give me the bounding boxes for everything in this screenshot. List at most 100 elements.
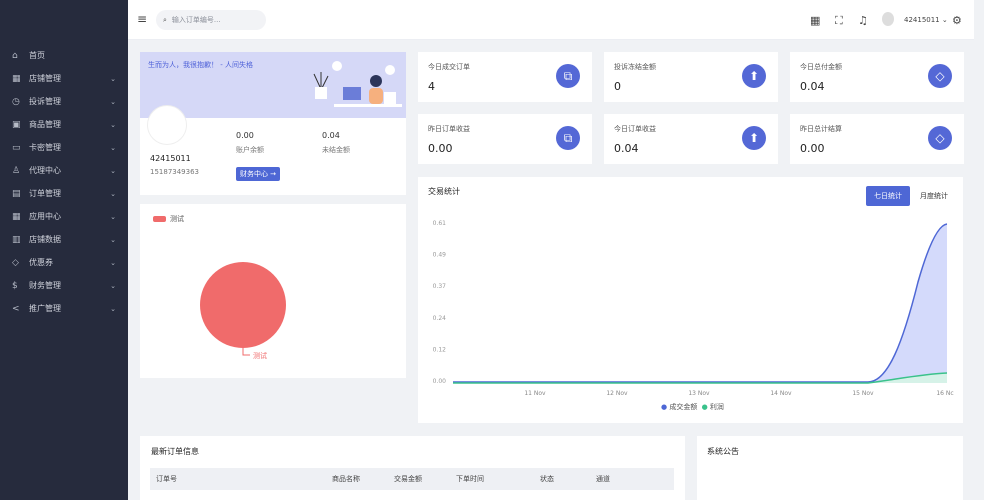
- stat-value: 0.00: [428, 142, 453, 155]
- apps-icon: ▦: [12, 211, 21, 222]
- chevron-down-icon: ⌄: [110, 212, 116, 221]
- tag-icon: ◇: [928, 126, 952, 150]
- sidebar-item-9[interactable]: ◇ 优惠券 ⌄: [0, 251, 128, 274]
- sidebar-item-11[interactable]: < 推广管理 ⌄: [0, 297, 128, 320]
- sidebar-item-4[interactable]: ▭ 卡密管理 ⌄: [0, 136, 128, 159]
- upload-icon: ⬆: [742, 126, 766, 150]
- sidebar-item-5[interactable]: ♙ 代理中心 ⌄: [0, 159, 128, 182]
- chevron-down-icon: ⌄: [110, 281, 116, 290]
- trade-line-chart: 0.61 0.49 0.37 0.24 0.12 0.00 11 Nov 12 Nov 13 N…: [433, 220, 954, 397]
- chevron-down-icon: ⌄: [110, 97, 116, 106]
- y-axis-label: 0.24: [433, 315, 447, 322]
- chevron-down-icon: ⌄: [110, 189, 116, 198]
- product-icon: ▣: [12, 119, 21, 130]
- pie-slice-label: 测试: [253, 352, 267, 360]
- upload-icon: ⬆: [742, 64, 766, 88]
- sidebar: ⌂ 首页 ▦ 店铺管理 ⌄ ◷ 投诉管理 ⌄ ▣ 商品管理 ⌄ ▭ 卡密管理 ⌄ ♙ 代理中心 ⌄ ▤ 订单管理 ⌄ ▦…: [0, 0, 128, 500]
- sidebar-item-label: 店铺管理: [29, 74, 61, 83]
- legend-dot-profit: ●: [701, 403, 708, 411]
- stat-value: 0.04: [800, 80, 825, 93]
- sidebar-item-1[interactable]: ▦ 店铺管理 ⌄: [0, 67, 128, 90]
- y-axis-label: 0.00: [433, 378, 447, 385]
- chevron-down-icon: ⌄: [110, 304, 116, 313]
- pie-chart: [200, 262, 286, 356]
- y-axis-label: 0.37: [433, 283, 447, 290]
- stat-value: 0.04: [614, 142, 639, 155]
- stat-value: 0: [614, 80, 621, 93]
- stat-value: 4: [428, 80, 435, 93]
- sidebar-item-label: 财务管理: [29, 281, 61, 290]
- chevron-down-icon: ⌄: [110, 258, 116, 267]
- finance-center-button[interactable]: 财务中心 →: [236, 167, 280, 181]
- settings-icon[interactable]: ⚙: [952, 14, 962, 27]
- copy-icon: ⧉: [556, 64, 580, 88]
- sidebar-item-8[interactable]: ▥ 店铺数据 ⌄: [0, 228, 128, 251]
- x-axis-label: 12 Nov: [606, 390, 628, 397]
- line-amount: [453, 223, 948, 383]
- legend-dot-amount: ●: [661, 403, 668, 411]
- stat-title: 昨日订单收益: [428, 125, 470, 133]
- store-icon: ▦: [12, 73, 21, 84]
- chevron-down-icon: ⌄: [110, 143, 116, 152]
- fullscreen-icon[interactable]: ⛶: [835, 14, 843, 28]
- sidebar-item-label: 优惠券: [29, 258, 53, 267]
- sidebar-item-label: 应用中心: [29, 212, 61, 221]
- stat-title: 昨日总计结算: [800, 125, 842, 133]
- y-axis-label: 0.61: [433, 220, 447, 227]
- pie-card: 测试 测试: [140, 204, 406, 378]
- order-icon: ▤: [12, 188, 21, 199]
- sidebar-item-label: 推广管理: [29, 304, 61, 313]
- avatar[interactable]: [882, 12, 894, 26]
- share-icon: <: [12, 303, 20, 314]
- menu-icon[interactable]: ≡: [137, 12, 147, 26]
- search-icon: ⌕: [163, 15, 167, 24]
- notice-title: 系统公告: [707, 447, 739, 456]
- chevron-down-icon: ⌄: [110, 166, 116, 175]
- sidebar-item-label: 订单管理: [29, 189, 61, 198]
- orders-title: 最新订单信息: [151, 447, 199, 456]
- trade-statistics-card: 交易统计 七日统计 月度统计 0.61 0.49 0.37 0.24 0.12 0.00 1…: [418, 177, 963, 423]
- chevron-down-icon: ⌄: [110, 74, 116, 83]
- agent-icon: ♙: [12, 165, 21, 176]
- search-input[interactable]: ⌕ 输入订单编号...: [156, 10, 266, 30]
- copy-icon: ⧉: [556, 126, 580, 150]
- x-axis-label: 11 Nov: [524, 390, 546, 397]
- trade-legend: ● 成交金额 ● 利润: [661, 403, 724, 411]
- stat-card-5: 昨日总计结算 0.00 ◇: [790, 114, 964, 164]
- profile-avatar: [148, 106, 186, 144]
- home-icon: ⌂: [12, 50, 18, 61]
- x-axis-label: 14 Nov: [770, 390, 792, 397]
- sidebar-item-0[interactable]: ⌂ 首页: [0, 44, 128, 67]
- sidebar-item-3[interactable]: ▣ 商品管理 ⌄: [0, 113, 128, 136]
- orders-table-header: 订单号 商品名称 交易金额 下单时间 状态 通道: [150, 468, 674, 490]
- tag-icon: ◇: [928, 64, 952, 88]
- sidebar-item-label: 投诉管理: [29, 97, 61, 106]
- profile-card: 生而为人，我很抱歉！ - 人间失格 42415011 15187349363 0…: [140, 52, 406, 195]
- data-icon: ▥: [12, 234, 21, 245]
- finance-icon: $: [12, 280, 18, 291]
- pie-slice: [200, 262, 286, 348]
- stat-card-3: 昨日订单收益 0.00 ⧉: [418, 114, 592, 164]
- chevron-down-icon: ⌄: [110, 120, 116, 129]
- coupon-icon: ◇: [12, 257, 19, 268]
- stat-card-1: 投诉冻结金额 0 ⬆: [604, 52, 778, 102]
- sidebar-item-6[interactable]: ▤ 订单管理 ⌄: [0, 182, 128, 205]
- stat-card-0: 今日成交订单 4 ⧉: [418, 52, 592, 102]
- sidebar-item-label: 首页: [29, 51, 45, 60]
- qr-icon[interactable]: ▦: [810, 14, 820, 27]
- sidebar-item-7[interactable]: ▦ 应用中心 ⌄: [0, 205, 128, 228]
- profile-cover: 生而为人，我很抱歉！ - 人间失格: [140, 52, 406, 118]
- topbar: ≡ ⌕ 输入订单编号... ▦ ⛶ ♫ 42415011 ⌄ ⚙: [128, 0, 974, 40]
- notification-icon[interactable]: ♫: [858, 14, 868, 27]
- y-axis-label: 0.12: [433, 346, 447, 353]
- sidebar-item-2[interactable]: ◷ 投诉管理 ⌄: [0, 90, 128, 113]
- stat-title: 今日订单收益: [614, 125, 656, 133]
- chevron-down-icon: ⌄: [110, 235, 116, 244]
- sidebar-item-10[interactable]: $ 财务管理 ⌄: [0, 274, 128, 297]
- username-dropdown[interactable]: 42415011 ⌄: [904, 16, 948, 24]
- stat-title: 今日总付金额: [800, 63, 842, 71]
- sidebar-item-label: 商品管理: [29, 120, 61, 129]
- stat-title: 投诉冻结金额: [614, 63, 656, 71]
- stat-card-2: 今日总付金额 0.04 ◇: [790, 52, 964, 102]
- x-axis-label: 16 Nc: [936, 390, 953, 397]
